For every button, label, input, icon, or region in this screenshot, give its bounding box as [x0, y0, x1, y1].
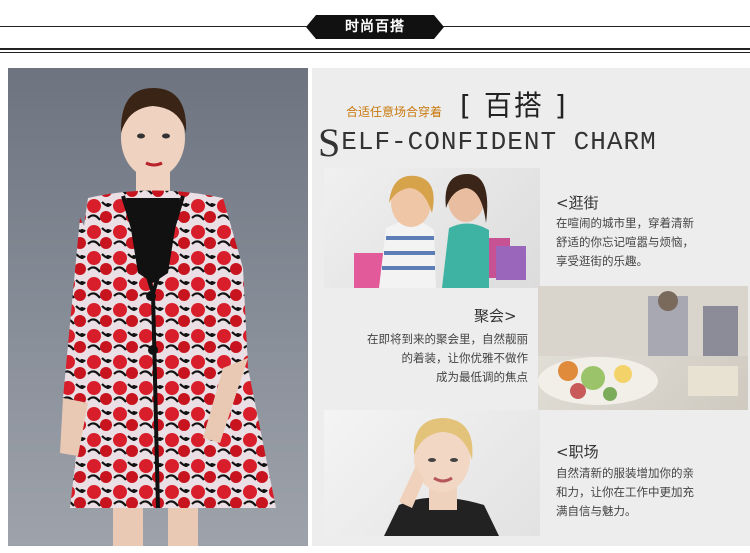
section-badge: 时尚百搭: [306, 15, 444, 39]
section-workplace-title: <职场: [556, 443, 599, 461]
header-rule-bottom-thin: [0, 52, 750, 53]
title-initial: S: [318, 120, 342, 165]
party-illustration: [538, 286, 748, 405]
header-rule-bottom: [0, 48, 750, 50]
body-line: 满自信与魅力。: [556, 504, 637, 518]
body-line: 成为最低调的焦点: [436, 370, 528, 384]
title-rest: ELF-CONFIDENT CHARM: [341, 127, 657, 157]
section-workplace-body: 自然清新的服装增加你的亲 和力，让你在工作中更加充 满自信与魅力。: [556, 464, 726, 521]
workplace-photo: [324, 410, 540, 536]
section-shopping-body: 在喧闹的城市里，穿着清新 舒适的你忘记喧嚣与烦恼， 享受逛街的乐趣。: [556, 214, 726, 271]
model-photo: [8, 68, 308, 546]
model-illustration: [60, 88, 276, 546]
body-line: 享受逛街的乐趣。: [556, 254, 648, 268]
body-line: 在喧闹的城市里，穿着清新: [556, 216, 694, 230]
body-line: 自然清新的服装增加你的亲: [556, 466, 694, 480]
shopping-illustration: [354, 173, 526, 288]
party-photo: [538, 286, 748, 410]
body-line: 的着装，让你优雅不做作: [401, 351, 529, 365]
section-party-title: 聚会>: [474, 307, 517, 325]
body-line: 和力，让你在工作中更加充: [556, 485, 694, 499]
shopping-photo: [324, 168, 540, 288]
section-shopping-title: <逛街: [556, 194, 599, 212]
body-line: 在即将到来的聚会里，自然靓丽: [367, 332, 528, 346]
section-party-body: 在即将到来的聚会里，自然靓丽 的着装，让你优雅不做作 成为最低调的焦点: [332, 330, 528, 387]
body-line: 舒适的你忘记喧嚣与烦恼，: [556, 235, 694, 249]
hero-title-en: SELF-CONFIDENT CHARM: [318, 112, 657, 165]
workplace-illustration: [384, 418, 499, 536]
